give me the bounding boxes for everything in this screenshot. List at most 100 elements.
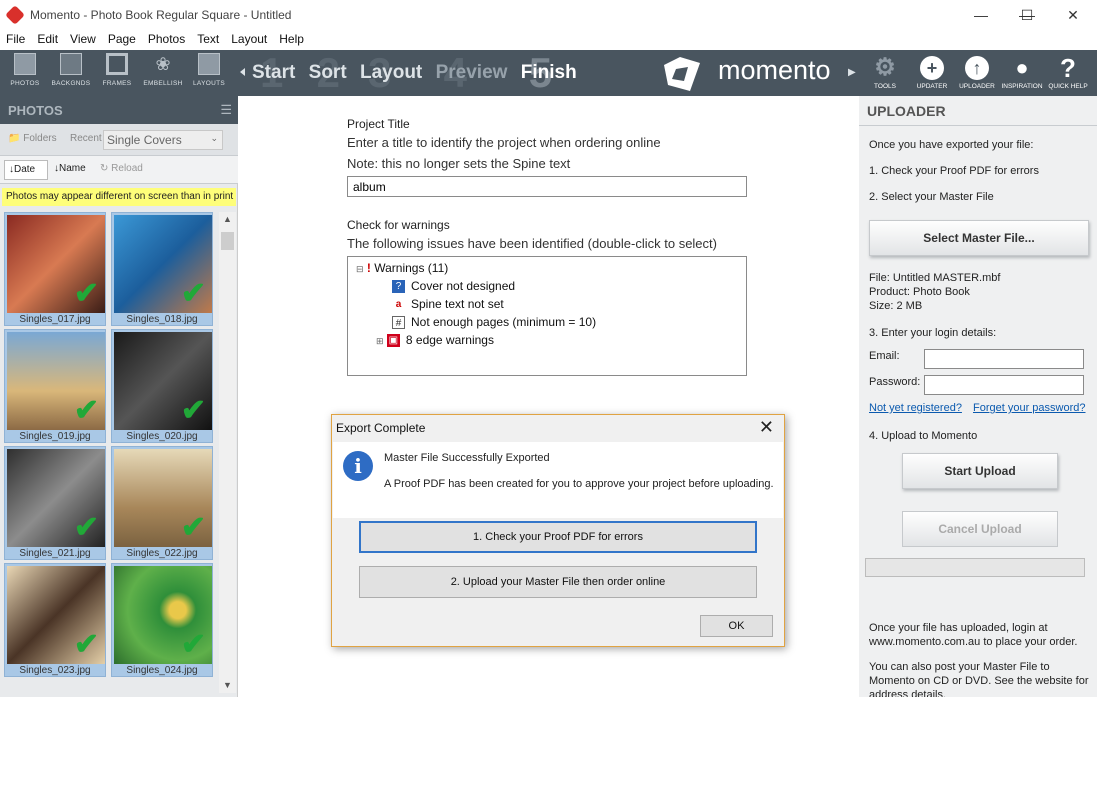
upload-master-file-button[interactable]: 2. Upload your Master File then order on… bbox=[359, 566, 757, 598]
sort-row: ↓Date ↓Name ↻ Reload bbox=[0, 156, 238, 184]
prev-step-arrow[interactable] bbox=[240, 68, 245, 76]
brand-name: momento bbox=[718, 55, 831, 85]
exclamation-icon: ! bbox=[366, 261, 371, 275]
ribbon-icon: ❀ bbox=[155, 54, 171, 74]
forgot-password-link[interactable]: Forget your password? bbox=[973, 402, 1086, 414]
check-icon: ✔ bbox=[73, 394, 99, 427]
uploader-step2: 2. Select your Master File bbox=[869, 191, 994, 203]
source-select[interactable]: Single Covers ⌄ bbox=[103, 130, 223, 150]
scroll-thumb[interactable] bbox=[221, 232, 234, 250]
password-field[interactable] bbox=[924, 375, 1084, 395]
question-icon: ? bbox=[1060, 53, 1076, 83]
check-icon: ✔ bbox=[180, 277, 206, 310]
photo-thumb[interactable]: ✔ Singles_023.jpg bbox=[4, 563, 106, 677]
uploader-footer-1: Once your file has uploaded, login at ww… bbox=[869, 622, 1078, 648]
minimize-button[interactable]: — bbox=[958, 0, 1004, 30]
photo-thumb[interactable]: ✔ Singles_022.jpg bbox=[111, 446, 213, 560]
frames-tool-button[interactable]: FRAMES bbox=[97, 53, 137, 87]
uploader-panel: UPLOADER Once you have exported your fil… bbox=[859, 96, 1097, 697]
photo-thumb[interactable]: ✔ Singles_024.jpg bbox=[111, 563, 213, 677]
menu-edit[interactable]: Edit bbox=[31, 30, 64, 48]
export-complete-dialog: Export Complete ✕ i Master File Successf… bbox=[331, 414, 785, 647]
step-finish[interactable]: 5 Finish bbox=[521, 50, 577, 96]
photo-thumb[interactable]: ✔ Singles_017.jpg bbox=[4, 212, 106, 326]
uploader-step4: 4. Upload to Momento bbox=[869, 430, 978, 442]
project-title-input[interactable] bbox=[347, 176, 747, 197]
email-field[interactable] bbox=[924, 349, 1084, 369]
password-label: Password: bbox=[869, 376, 921, 388]
dialog-title: Export Complete bbox=[336, 421, 426, 435]
project-title-hint: Enter a title to identify the project wh… bbox=[347, 135, 661, 150]
plus-icon: + bbox=[920, 56, 944, 80]
cancel-upload-button[interactable]: Cancel Upload bbox=[902, 511, 1058, 547]
uploader-header: UPLOADER bbox=[859, 96, 1097, 126]
photo-thumb[interactable]: ✔ Singles_019.jpg bbox=[4, 329, 106, 443]
folder-icon: 📁 bbox=[8, 133, 21, 144]
check-icon: ✔ bbox=[73, 277, 99, 310]
frames-icon bbox=[106, 53, 128, 75]
tree-item-spine[interactable]: a Spine text not set bbox=[392, 297, 504, 311]
backgrounds-tool-button[interactable]: BACKGNDS bbox=[51, 53, 91, 87]
menu-layout[interactable]: Layout bbox=[225, 30, 273, 48]
dialog-close-icon[interactable]: ✕ bbox=[759, 417, 774, 438]
photo-grid: ✔ Singles_017.jpg ✔ Singles_018.jpg ✔ Singl… bbox=[2, 212, 218, 797]
tree-root-warnings[interactable]: ⊟ ! Warnings (11) bbox=[356, 261, 448, 275]
close-window-button[interactable]: ✕ bbox=[1050, 0, 1096, 30]
expand-icon[interactable]: ⊞ bbox=[376, 336, 384, 346]
sort-date-button[interactable]: ↓Date bbox=[4, 160, 48, 180]
panel-menu-icon[interactable]: ☰ bbox=[220, 102, 232, 118]
start-upload-button[interactable]: Start Upload bbox=[902, 453, 1058, 489]
step-start[interactable]: 1 Start bbox=[252, 50, 295, 96]
menu-page[interactable]: Page bbox=[102, 30, 142, 48]
backgrounds-icon bbox=[60, 53, 82, 75]
menu-help[interactable]: Help bbox=[273, 30, 310, 48]
step-preview[interactable]: 4 Preview bbox=[436, 50, 508, 96]
photo-thumb[interactable]: ✔ Singles_018.jpg bbox=[111, 212, 213, 326]
layouts-tool-button[interactable]: LAYOUTS bbox=[189, 53, 229, 87]
menu-bar: File Edit View Page Photos Text Layout Help bbox=[0, 30, 1097, 50]
tree-item-pages[interactable]: # Not enough pages (minimum = 10) bbox=[392, 315, 596, 330]
warnings-label: Check for warnings bbox=[347, 218, 450, 232]
reload-button[interactable]: ↻ Reload bbox=[100, 163, 143, 174]
photo-thumb[interactable]: ✔ Singles_021.jpg bbox=[4, 446, 106, 560]
tree-item-edge[interactable]: ⊞ ▣ 8 edge warnings bbox=[376, 333, 494, 348]
photo-grid-scrollbar[interactable]: ▲ ▼ bbox=[219, 212, 236, 693]
inspiration-button[interactable]: ● INSPIRATION bbox=[999, 55, 1045, 91]
ok-button[interactable]: OK bbox=[700, 615, 773, 637]
app-icon bbox=[5, 5, 25, 25]
menu-photos[interactable]: Photos bbox=[142, 30, 191, 48]
uploader-button[interactable]: ↑ UPLOADER bbox=[954, 56, 1000, 90]
lightbulb-icon: ● bbox=[1015, 55, 1029, 80]
check-proof-pdf-button[interactable]: 1. Check your Proof PDF for errors bbox=[359, 521, 757, 553]
book-logo-icon bbox=[664, 57, 700, 91]
check-icon: ✔ bbox=[180, 394, 206, 427]
step-layout[interactable]: 3 Layout bbox=[360, 50, 422, 96]
register-link[interactable]: Not yet registered? bbox=[869, 402, 962, 414]
source-row: 📁 Folders Recent Single Covers ⌄ bbox=[0, 124, 238, 156]
folders-button[interactable]: 📁 Folders bbox=[8, 133, 57, 144]
maximize-button[interactable]: ☐ bbox=[1004, 0, 1050, 30]
uploader-intro: Once you have exported your file: bbox=[869, 139, 1034, 151]
step-sort[interactable]: 2 Sort bbox=[309, 50, 347, 96]
tools-button[interactable]: ⚙ TOOLS bbox=[862, 56, 908, 91]
warnings-tree[interactable]: ⊟ ! Warnings (11) ? Cover not designed aS… bbox=[347, 256, 747, 376]
menu-file[interactable]: File bbox=[0, 30, 31, 48]
photos-tool-button[interactable]: PHOTOS bbox=[5, 53, 45, 87]
scroll-down-icon[interactable]: ▼ bbox=[223, 680, 232, 690]
tree-item-cover[interactable]: ? Cover not designed bbox=[392, 279, 515, 294]
collapse-icon[interactable]: ⊟ bbox=[356, 264, 364, 274]
select-master-file-button[interactable]: Select Master File... bbox=[869, 220, 1089, 256]
title-bar: Momento - Photo Book Regular Square - Un… bbox=[0, 0, 1097, 30]
project-title-note: Note: this no longer sets the Spine text bbox=[347, 156, 571, 171]
menu-view[interactable]: View bbox=[64, 30, 102, 48]
next-arrow-icon[interactable]: ▶ bbox=[848, 67, 856, 78]
quick-help-button[interactable]: ? QUICK HELP bbox=[1045, 53, 1091, 90]
sort-name-button[interactable]: ↓Name bbox=[54, 163, 86, 174]
file-size: Size: 2 MB bbox=[869, 300, 923, 312]
menu-text[interactable]: Text bbox=[191, 30, 225, 48]
updater-button[interactable]: + UPDATER bbox=[909, 56, 955, 90]
scroll-up-icon[interactable]: ▲ bbox=[223, 214, 232, 224]
file-name: File: Untitled MASTER.mbf bbox=[869, 272, 1001, 284]
embellish-tool-button[interactable]: ❀ EMBELLISH bbox=[143, 53, 183, 87]
photo-thumb[interactable]: ✔ Singles_020.jpg bbox=[111, 329, 213, 443]
